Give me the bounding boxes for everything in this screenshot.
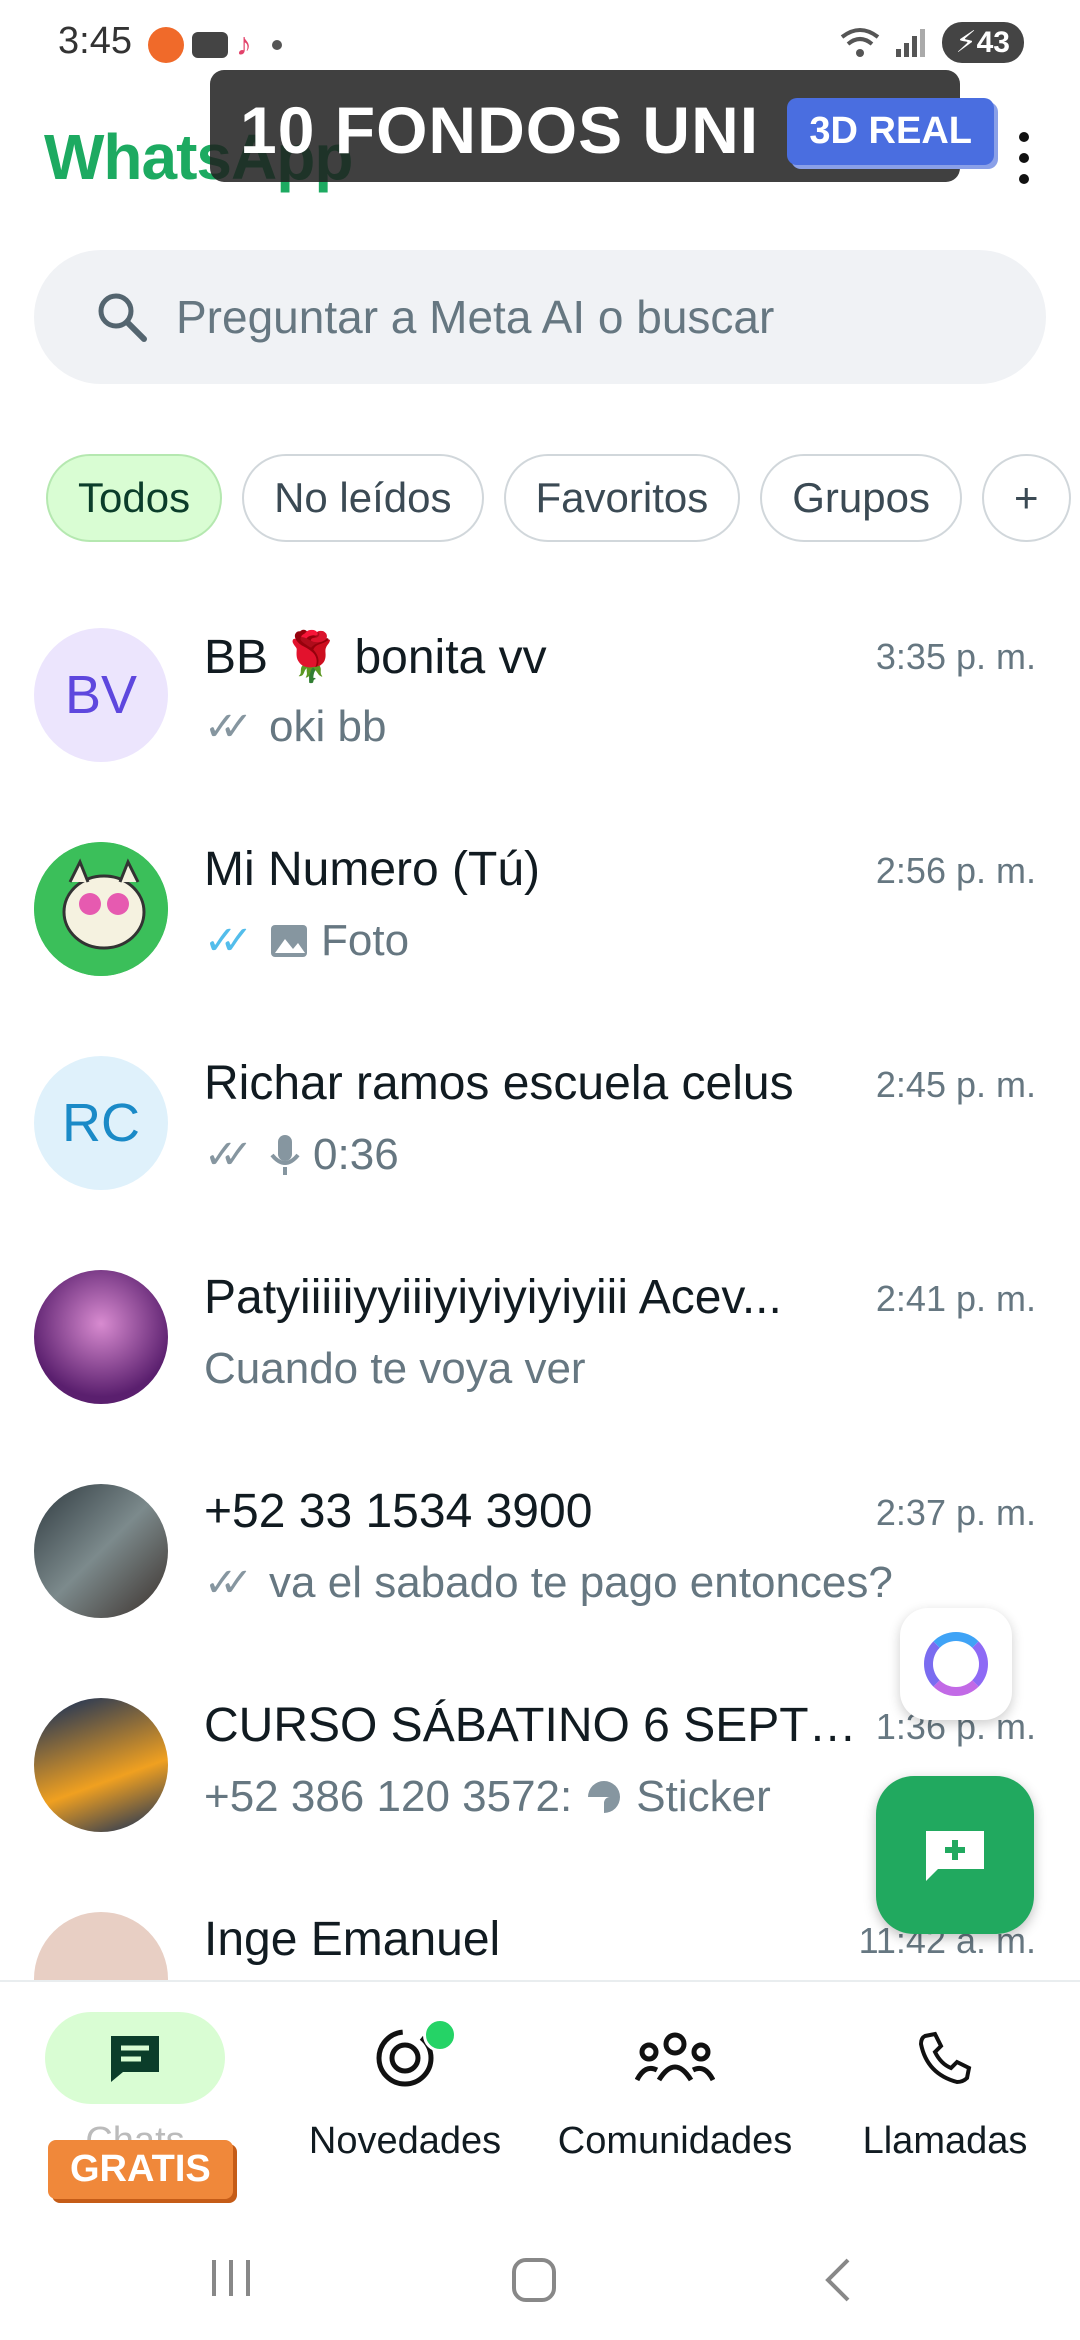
chat-time: 2:37 p. m. [875, 1492, 1036, 1533]
chat-time: 2:41 p. m. [875, 1278, 1036, 1319]
avatar [34, 1698, 168, 1832]
search-bar[interactable] [34, 250, 1046, 384]
back-icon[interactable] [822, 2256, 854, 2304]
cat-avatar-image [34, 842, 168, 976]
search-input[interactable] [176, 290, 976, 344]
chat-preview-sender: +52 386 120 3572: [204, 1772, 573, 1821]
overlay-badge: 3D REAL [787, 98, 994, 165]
nav-novedades[interactable]: Novedades [270, 2012, 540, 2163]
chat-preview-text: Foto [321, 916, 410, 965]
phone-icon [918, 2031, 972, 2085]
avatar [34, 1270, 168, 1404]
chat-preview: +52 386 120 3572: Sticker [204, 1772, 771, 1822]
signal-icon [895, 28, 925, 57]
nav-comunidades[interactable]: Comunidades [540, 2012, 810, 2163]
chat-preview: ✓✓ Foto [204, 916, 409, 966]
overlay-text: 10 FONDOS UNI [240, 93, 760, 167]
nav-label: Novedades [308, 2120, 502, 2162]
filter-grupos[interactable]: Grupos [760, 454, 962, 542]
chat-row[interactable]: BV BB 🌹 bonita vv 3:35 p. m. ✓✓ oki bb [0, 590, 1080, 804]
image-icon [271, 925, 308, 957]
status-time: 3:45 [58, 20, 132, 62]
nav-label: Comunidades [557, 2120, 793, 2162]
chat-row[interactable]: Mi Numero (Tú) 2:56 p. m. ✓✓ Foto [0, 804, 1080, 1018]
filter-chips: Todos No leídos Favoritos Grupos + [46, 454, 1071, 542]
meta-ai-icon [924, 1632, 988, 1696]
chat-row[interactable]: Patyiiiiiyyiiiyiyiyiyiyiii Acev... 2:41 … [0, 1232, 1080, 1446]
chat-name: Inge Emanuel [204, 1913, 501, 1966]
chat-name: Patyiiiiiyyiiiyiyiyiyiyiii Acev... [204, 1271, 782, 1324]
overlay-banner: 10 FONDOS UNI 3D REAL [210, 70, 994, 182]
chat-name: Richar ramos escuela celus [204, 1057, 794, 1110]
chat-row[interactable]: RC Richar ramos escuela celus 2:45 p. m.… [0, 1018, 1080, 1232]
more-options-icon[interactable] [1012, 132, 1036, 184]
nav-label: Llamadas [862, 2120, 1028, 2162]
read-ticks-icon: ✓✓ [204, 919, 253, 963]
chat-list: BV BB 🌹 bonita vv 3:35 p. m. ✓✓ oki bb M… [0, 590, 1080, 1980]
status-indicators: ⚡43 [840, 22, 1024, 63]
battery-level: 43 [976, 26, 1010, 59]
read-ticks-icon: ✓✓ [204, 1133, 253, 1177]
chat-preview-text: Sticker [636, 1772, 771, 1821]
chat-preview: Cuando te voya ver [204, 1344, 586, 1394]
chat-name: +52 33 1534 3900 [204, 1485, 593, 1538]
avatar [34, 842, 168, 976]
chat-preview-text: Cuando te voya ver [204, 1344, 586, 1393]
app-notification-icon [148, 26, 184, 63]
sticker-icon [588, 1781, 621, 1813]
chat-preview: ✓✓ 0:36 [204, 1130, 399, 1180]
mic-icon [270, 1135, 300, 1175]
system-navigation-bar [0, 2200, 1080, 2340]
chat-icon [111, 2036, 159, 2082]
wifi-icon [840, 27, 879, 57]
recent-apps-icon[interactable] [208, 2256, 254, 2300]
more-notifications-icon [272, 39, 282, 50]
filter-favoritos[interactable]: Favoritos [503, 454, 741, 542]
meta-ai-button[interactable] [900, 1608, 1012, 1720]
chat-preview: ✓✓ va el sabado te pago entonces? [204, 1558, 893, 1608]
chat-time: 2:56 p. m. [875, 850, 1036, 891]
chat-name: CURSO SÁBATINO 6 SEPTIE... [204, 1699, 864, 1752]
communities-icon [635, 2032, 715, 2082]
chat-preview-text: va el sabado te pago entonces? [269, 1558, 893, 1607]
chat-time: 3:35 p. m. [875, 636, 1036, 677]
battery-indicator: ⚡43 [941, 22, 1024, 63]
nav-llamadas[interactable]: Llamadas [810, 2012, 1080, 2163]
tiktok-icon: ♪ [236, 26, 252, 62]
chat-name: BB 🌹 bonita vv [204, 631, 547, 684]
filter-todos[interactable]: Todos [46, 454, 223, 542]
chat-preview-text: oki bb [269, 702, 387, 751]
home-icon[interactable] [510, 2256, 558, 2304]
chat-preview-text: 0:36 [313, 1130, 399, 1179]
avatar [34, 1484, 168, 1618]
new-status-dot [423, 2018, 457, 2052]
filter-no-leidos[interactable]: No leídos [242, 454, 484, 542]
youtube-icon [192, 31, 228, 58]
chat-name: Mi Numero (Tú) [204, 843, 541, 896]
avatar: BV [34, 628, 168, 762]
new-chat-icon [926, 1831, 984, 1881]
read-ticks-icon: ✓✓ [204, 705, 253, 749]
chat-time: 2:45 p. m. [875, 1064, 1036, 1105]
new-chat-button[interactable] [876, 1776, 1034, 1934]
promo-badge: GRATIS [48, 2140, 233, 2199]
avatar: RC [34, 1056, 168, 1190]
search-icon [98, 293, 147, 342]
avatar [34, 1912, 168, 1980]
read-ticks-icon: ✓✓ [204, 1561, 253, 1605]
chat-preview: ✓✓ oki bb [204, 702, 386, 752]
filter-add-button[interactable]: + [981, 454, 1071, 542]
notification-icons: ♪ [148, 26, 282, 63]
